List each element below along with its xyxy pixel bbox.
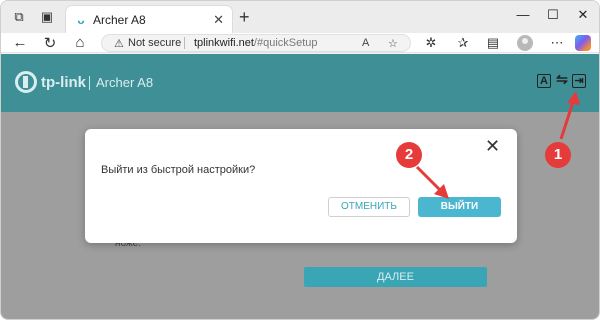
extensions-icon[interactable]: ✲ [423,35,439,51]
tab-actions-icon[interactable]: ▣ [39,9,55,25]
collections-icon[interactable]: ▤ [485,35,501,51]
address-divider [184,37,185,49]
copilot-icon[interactable] [575,35,591,51]
close-window-button[interactable]: ✕ [573,7,593,23]
minimize-button[interactable]: — [513,7,533,22]
url-host: tplinkwifi.net [194,37,254,49]
url-text[interactable]: tplinkwifi.net/#quickSetup [194,37,318,49]
tab-archer-a8[interactable]: ᴗ Archer A8 ✕ [65,5,233,33]
logout-icon[interactable]: ⇥ [572,74,586,88]
favorite-star-icon[interactable]: ☆ [388,37,398,50]
callout-badge-1: 1 [545,142,571,168]
browser-window: ⧉ ▣ ᴗ Archer A8 ✕ + — ☐ ✕ ← ↻ ⌂ ⚠ Not se… [0,0,600,320]
tp-link-logo-icon [15,71,37,93]
browser-toolbar: ← ↻ ⌂ ⚠ Not secure tplinkwifi.net/#quick… [1,33,599,53]
back-button[interactable]: ← [11,34,29,51]
maximize-button[interactable]: ☐ [543,7,563,23]
cancel-button[interactable]: ОТМЕНИТЬ [328,197,410,217]
callout-badge-2: 2 [396,142,422,168]
tp-link-favicon-icon: ᴗ [77,13,85,27]
tab-strip: ⧉ ▣ ᴗ Archer A8 ✕ + — ☐ ✕ [1,1,599,33]
switch-icon[interactable]: ⇋ [555,72,569,87]
exit-button[interactable]: ВЫЙТИ [418,197,501,217]
brand-divider [89,76,90,90]
router-page: tp-link Archer A8 A ⇋ ⇥ ноже: ДАЛЕЕ ✕ Вы… [1,54,599,319]
new-tab-button[interactable]: + [239,7,250,28]
tp-link-header: tp-link Archer A8 A ⇋ ⇥ [1,54,599,112]
read-aloud-icon[interactable]: A [362,37,369,49]
brand-name: tp-link [41,74,86,91]
profile-avatar[interactable] [517,35,533,51]
model-name: Archer A8 [96,75,154,90]
dialog-question: Выйти из быстрой настройки? [101,164,256,176]
tab-close-icon[interactable]: ✕ [213,12,224,28]
reload-button[interactable]: ↻ [41,34,59,52]
warning-icon[interactable]: ⚠ [114,37,124,50]
workspaces-icon[interactable]: ⧉ [11,9,27,25]
home-button[interactable]: ⌂ [71,34,89,51]
more-menu-icon[interactable]: ⋯ [549,35,565,51]
tab-title: Archer A8 [93,13,146,27]
language-icon[interactable]: A [537,74,551,88]
exit-quick-setup-dialog: ✕ Выйти из быстрой настройки? ОТМЕНИТЬ В… [85,129,517,243]
favorites-icon[interactable]: ✰ [455,35,471,51]
not-secure-label[interactable]: Not secure [128,37,181,49]
address-bar[interactable]: ⚠ Not secure tplinkwifi.net/#quickSetup … [101,34,411,52]
url-path: /#quickSetup [253,37,318,49]
dialog-close-icon[interactable]: ✕ [485,136,500,157]
next-button[interactable]: ДАЛЕЕ [304,267,487,287]
